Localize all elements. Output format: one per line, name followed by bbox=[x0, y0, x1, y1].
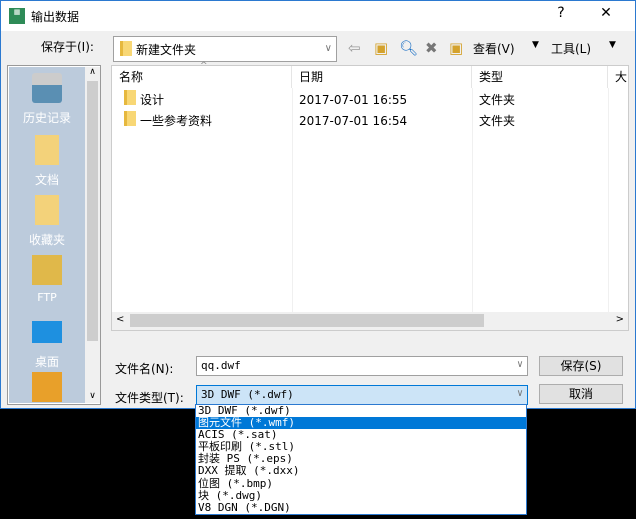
places-label: 历史记录 bbox=[22, 111, 71, 125]
save-in-combo[interactable]: 新建文件夹 ∨ bbox=[113, 36, 337, 62]
favorites-icon bbox=[35, 195, 59, 225]
filetype-dropdown-list: 3D DWF (*.dwf) 图元文件 (*.wmf) ACIS (*.sat)… bbox=[195, 404, 527, 515]
sort-ascending-icon: ^ bbox=[200, 61, 208, 71]
places-scrollbar[interactable]: ∧ ∨ bbox=[85, 67, 100, 403]
tools-dropdown-icon[interactable]: ▼ bbox=[609, 40, 616, 50]
file-name: 一些参考资料 bbox=[140, 114, 213, 128]
column-date[interactable]: 日期 bbox=[292, 66, 472, 88]
filetype-select[interactable]: 3D DWF (*.dwf) ∨ bbox=[196, 385, 528, 405]
folder-icon bbox=[124, 90, 136, 105]
cancel-button[interactable]: 取消 bbox=[539, 384, 623, 404]
filetype-option[interactable]: 块 (*.dwg) bbox=[196, 489, 526, 502]
places-desktop[interactable]: 桌面 bbox=[9, 317, 85, 370]
places-bar: 历史记录 文档 收藏夹 FTP 桌面 ∧ ∨ bbox=[7, 65, 101, 405]
up-folder-icon[interactable]: ▣ bbox=[374, 39, 388, 57]
places-label: FTP bbox=[37, 291, 57, 304]
history-icon bbox=[32, 73, 62, 103]
places-documents[interactable]: 文档 bbox=[9, 135, 85, 188]
file-name: 设计 bbox=[140, 93, 165, 107]
filetype-value: 3D DWF (*.dwf) bbox=[201, 388, 294, 401]
close-button[interactable]: ✕ bbox=[591, 5, 621, 21]
save-in-label: 保存于(I): bbox=[41, 40, 94, 54]
folder-icon bbox=[124, 111, 136, 126]
chevron-down-icon: ∨ bbox=[324, 43, 332, 54]
places-history[interactable]: 历史记录 bbox=[9, 73, 85, 126]
ftp-icon bbox=[32, 255, 62, 285]
file-row[interactable]: 设计 2017-07-01 16:55 文件夹 bbox=[112, 90, 612, 110]
places-favorites[interactable]: 收藏夹 bbox=[9, 195, 85, 248]
view-menu[interactable]: 查看(V) bbox=[473, 40, 515, 57]
filetype-option[interactable]: DXX 提取 (*.dxx) bbox=[196, 465, 526, 477]
scroll-thumb[interactable] bbox=[87, 81, 98, 341]
filename-input[interactable]: qq.dwf ∨ bbox=[196, 356, 528, 376]
file-list: 名称 ^ 日期 类型 大 设计 2017-07-01 16:55 文件夹 一些参… bbox=[111, 61, 630, 331]
folder-icon bbox=[32, 372, 62, 402]
filetype-option[interactable]: V8 DGN (*.DGN) bbox=[196, 501, 526, 514]
new-folder-icon[interactable]: ▣ bbox=[449, 39, 463, 57]
filetype-label: 文件类型(T): bbox=[115, 391, 184, 405]
filetype-option[interactable]: 位图 (*.bmp) bbox=[196, 477, 526, 490]
location-value: 新建文件夹 bbox=[136, 43, 197, 57]
export-data-dialog: ▦ 输出数据 ? ✕ 保存于(I): 新建文件夹 ∨ ⇦ ▣ 🔍︎ ✖ ▣ 查看… bbox=[0, 0, 636, 409]
file-date: 2017-07-01 16:55 bbox=[299, 93, 408, 107]
column-type[interactable]: 类型 bbox=[472, 66, 608, 88]
title-bar: ▦ 输出数据 ? ✕ bbox=[1, 1, 635, 31]
delete-icon[interactable]: ✖ bbox=[425, 39, 438, 57]
scroll-thumb[interactable] bbox=[130, 314, 484, 327]
filename-label: 文件名(N): bbox=[115, 362, 174, 376]
filename-value: qq.dwf bbox=[201, 359, 241, 372]
save-button[interactable]: 保存(S) bbox=[539, 356, 623, 376]
documents-icon bbox=[35, 135, 59, 165]
back-icon[interactable]: ⇦ bbox=[348, 39, 361, 57]
dialog-title: 输出数据 bbox=[31, 10, 80, 24]
file-date: 2017-07-01 16:54 bbox=[299, 114, 408, 128]
scroll-left-icon[interactable]: < bbox=[116, 314, 124, 325]
help-button[interactable]: ? bbox=[546, 5, 576, 21]
desktop-icon bbox=[32, 321, 62, 343]
file-type: 文件夹 bbox=[479, 114, 516, 128]
view-dropdown-icon[interactable]: ▼ bbox=[532, 40, 539, 50]
places-label: 文档 bbox=[34, 173, 59, 187]
chevron-down-icon[interactable]: ∨ bbox=[517, 388, 523, 399]
chevron-down-icon[interactable]: ∨ bbox=[517, 359, 523, 370]
places-ftp[interactable]: FTP bbox=[9, 255, 85, 304]
file-list-hscrollbar[interactable]: < > bbox=[112, 312, 628, 330]
places-label: 桌面 bbox=[34, 355, 59, 369]
file-type: 文件夹 bbox=[479, 93, 516, 107]
places-label: 收藏夹 bbox=[28, 233, 65, 247]
file-row[interactable]: 一些参考资料 2017-07-01 16:54 文件夹 bbox=[112, 111, 612, 131]
tools-menu[interactable]: 工具(L) bbox=[551, 40, 591, 57]
scroll-right-icon[interactable]: > bbox=[616, 314, 624, 325]
search-icon[interactable]: 🔍︎ bbox=[399, 39, 418, 57]
app-icon: ▦ bbox=[9, 8, 25, 24]
column-size[interactable]: 大 bbox=[608, 66, 630, 88]
folder-icon bbox=[120, 41, 132, 56]
places-more[interactable] bbox=[9, 372, 85, 402]
